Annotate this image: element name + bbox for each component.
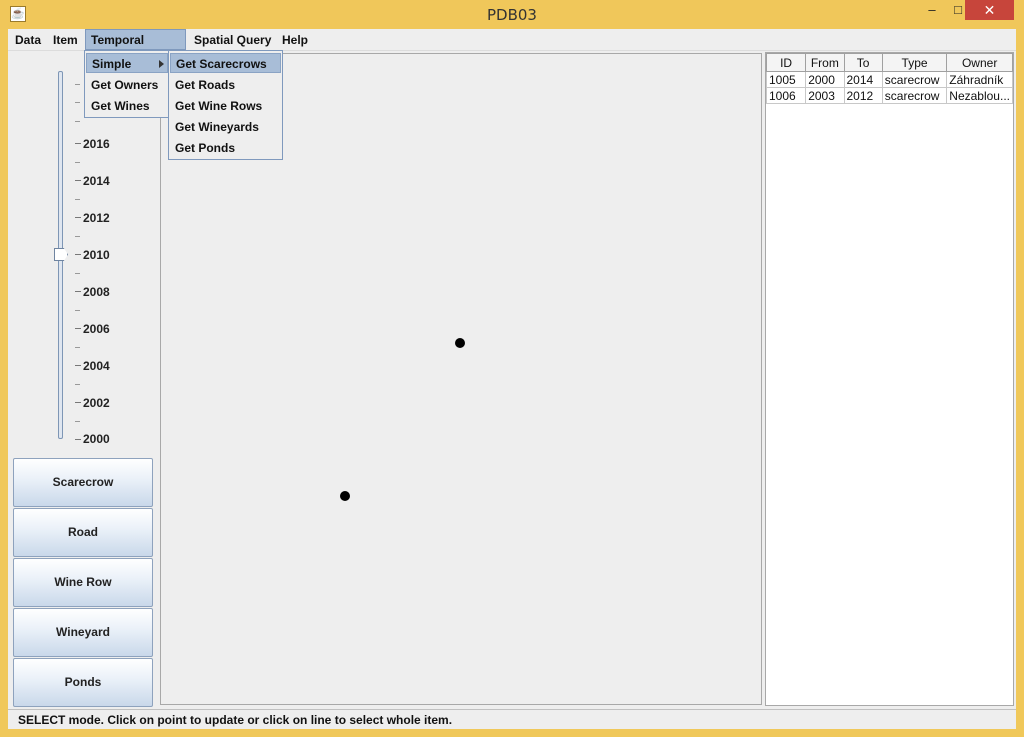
menu-item-simple[interactable]: Simple [86,53,168,73]
menu-item-simple-label: Simple [92,57,132,71]
menu-help[interactable]: Help [277,30,313,50]
temporal-query-menu: Simple Get Owners Get Wines [84,50,170,118]
column-header-to[interactable]: To [843,53,883,72]
menu-spatial-query[interactable]: Spatial Query [189,30,276,50]
table-row[interactable]: 1006 2003 2012 scarecrow Nezablou... [766,87,1013,104]
menu-item[interactable]: Item [48,30,83,50]
submenu-arrow-icon [159,60,164,68]
road-button[interactable]: Road [13,508,153,557]
slider-tick [75,402,81,403]
simple-submenu: Get Scarecrows Get Roads Get Wine Rows G… [168,50,283,160]
slider-tick [75,236,80,237]
column-header-type[interactable]: Type [881,53,948,72]
slider-label-2006: 2006 [83,322,110,336]
table-header-row: ID From To Type Owner [766,53,1013,72]
scarecrow-button[interactable]: Scarecrow [13,458,153,507]
status-bar: SELECT mode. Click on point to update or… [8,709,1016,729]
slider-thumb[interactable] [54,248,68,261]
slider-label-2012: 2012 [83,211,110,225]
menu-temporal-query[interactable]: Temporal Query [85,29,186,67]
slider-label-2016: 2016 [83,137,110,151]
menu-item-get-wineyards[interactable]: Get Wineyards [170,117,281,137]
slider-label-2008: 2008 [83,285,110,299]
scarecrow-point[interactable] [455,338,465,348]
slider-tick [75,439,81,440]
slider-tick [75,384,80,385]
table-cell: scarecrow [881,87,948,104]
slider-tick [75,291,81,292]
slider-label-2002: 2002 [83,396,110,410]
slider-tick [75,162,80,163]
app-client-area: Data Item Temporal Query Spatial Query H… [8,29,1016,729]
menu-item-get-wine-rows[interactable]: Get Wine Rows [170,96,281,116]
table-cell: 1005 [766,71,807,88]
slider-tick [75,310,80,311]
slider-label-2014: 2014 [83,174,110,188]
table-cell: 2003 [805,87,845,104]
column-header-owner[interactable]: Owner [946,53,1013,72]
slider-label-2000: 2000 [83,432,110,446]
results-table-panel[interactable]: ID From To Type Owner 1005 2000 2014 sca… [765,52,1014,706]
column-header-from[interactable]: From [805,53,845,72]
slider-tick [75,84,80,85]
menu-item-get-ponds[interactable]: Get Ponds [170,138,281,158]
table-row[interactable]: 1005 2000 2014 scarecrow Záhradník [766,71,1013,88]
scarecrow-point[interactable] [340,491,350,501]
wine-row-button[interactable]: Wine Row [13,558,153,607]
table-cell: scarecrow [881,71,948,88]
minimize-button[interactable]: – [918,0,946,20]
window-title: PDB03 [487,6,537,24]
ponds-button[interactable]: Ponds [13,658,153,707]
slider-tick [75,421,80,422]
wineyard-button[interactable]: Wineyard [13,608,153,657]
slider-tick [75,347,80,348]
slider-tick [75,254,81,255]
menu-item-get-scarecrows[interactable]: Get Scarecrows [170,53,281,73]
slider-tick [75,273,80,274]
slider-tick [75,102,80,103]
menu-item-get-owners[interactable]: Get Owners [86,75,168,95]
slider-label-2010: 2010 [83,248,110,262]
close-button[interactable]: ✕ [965,0,1014,20]
slider-tick [75,199,80,200]
menu-item-get-roads[interactable]: Get Roads [170,75,281,95]
column-header-id[interactable]: ID [766,53,807,72]
slider-tick [75,143,81,144]
slider-tick [75,121,80,122]
table-cell: 1006 [766,87,807,104]
menu-bar: Data Item Temporal Query Spatial Query H… [8,29,1016,67]
title-bar: ☕ PDB03 – □ ✕ [0,0,1024,29]
slider-tick [75,328,81,329]
slider-label-2004: 2004 [83,359,110,373]
table-cell: Záhradník [946,71,1013,88]
results-table: ID From To Type Owner 1005 2000 2014 sca… [766,53,1013,104]
menu-item-get-wines[interactable]: Get Wines [86,96,168,116]
menu-data[interactable]: Data [10,30,46,50]
slider-tick [75,217,81,218]
slider-tick [75,365,81,366]
table-cell: 2000 [805,71,845,88]
table-cell: 2012 [843,87,883,104]
slider-tick [75,180,81,181]
table-cell: Nezablou... [946,87,1013,104]
status-text: SELECT mode. Click on point to update or… [18,713,453,727]
table-cell: 2014 [843,71,883,88]
